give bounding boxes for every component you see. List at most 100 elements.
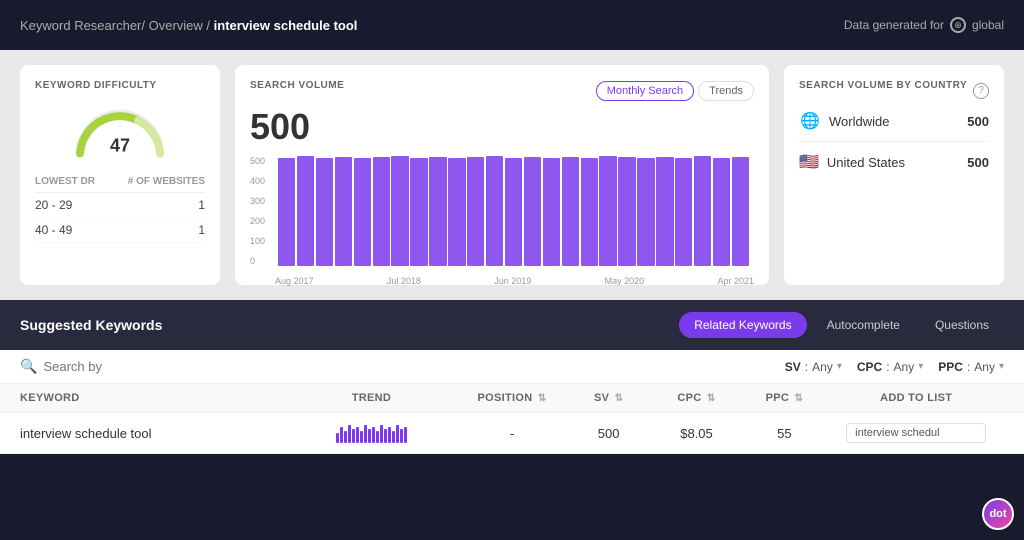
y-label: 400: [250, 176, 265, 186]
country-name: Worldwide: [829, 114, 889, 129]
trend-bar: [404, 427, 407, 443]
row-keyword: interview schedule tool: [20, 426, 284, 441]
data-generated-text: Data generated for: [844, 18, 944, 32]
trend-mini-bars: [336, 423, 407, 443]
country-header: SEARCH VOLUME BY COUNTRY ?: [799, 80, 989, 101]
keyword-tab-related-keywords[interactable]: Related Keywords: [679, 312, 806, 338]
col-header-sv: SV ⇅: [565, 392, 653, 404]
globe-icon: 🌐: [799, 111, 821, 131]
row-add-to-list[interactable]: [828, 423, 1004, 443]
keyword-tab-autocomplete[interactable]: Autocomplete: [812, 312, 915, 338]
search-input[interactable]: [43, 359, 243, 374]
trend-bar: [384, 429, 387, 443]
breadcrumb: Keyword Researcher/ Overview / interview…: [20, 18, 357, 33]
volume-label: SEARCH VOLUME: [250, 80, 344, 91]
volume-header: SEARCH VOLUME Monthly Search Trends: [250, 80, 754, 101]
country-name: United States: [827, 155, 905, 170]
col-header-trend: TREND: [284, 392, 460, 404]
search-icon: 🔍: [20, 358, 37, 375]
chart-bar: [599, 156, 616, 266]
chart-bar: [732, 157, 749, 266]
col-header-cpc: CPC ⇅: [653, 392, 741, 404]
trend-bar: [344, 431, 347, 443]
chart-bar: [524, 157, 541, 266]
chart-area: 5004003002001000 Aug 2017Jul 2018Jun 201…: [250, 156, 754, 286]
chart-bars: [278, 156, 749, 266]
row-sv: 500: [565, 426, 653, 441]
trend-bar: [372, 427, 375, 443]
globe-icon: ⊕: [950, 17, 966, 33]
chart-bar: [410, 158, 427, 266]
help-icon[interactable]: ?: [973, 83, 989, 99]
col-header-ppc: PPC ⇅: [740, 392, 828, 404]
volume-card: SEARCH VOLUME Monthly Search Trends 500 …: [235, 65, 769, 285]
cpc-chevron-icon: ▾: [918, 361, 923, 372]
suggested-section: Suggested Keywords Related KeywordsAutoc…: [0, 300, 1024, 454]
sort-icon: ⇅: [707, 393, 716, 404]
ppc-value: Any: [974, 360, 995, 374]
country-count: 500: [967, 155, 989, 170]
filters-row: 🔍 SV : Any ▾ CPC : Any ▾ PPC : Any ▾: [0, 350, 1024, 384]
col-header-keyword: KEYWORD: [20, 392, 284, 404]
country-row: 🇺🇸 United States 500: [799, 142, 989, 182]
chart-bar: [467, 157, 484, 266]
gauge-container: 47: [35, 101, 205, 161]
ppc-filter[interactable]: PPC : Any ▾: [938, 360, 1004, 374]
ppc-colon: :: [967, 360, 970, 374]
chart-bar: [391, 156, 408, 266]
dr-range: 40 - 49: [35, 223, 72, 237]
country-card: SEARCH VOLUME BY COUNTRY ? 🌐 Worldwide 5…: [784, 65, 1004, 285]
add-to-list-input[interactable]: [846, 423, 986, 443]
chart-bar: [618, 157, 635, 266]
header: Keyword Researcher/ Overview / interview…: [0, 0, 1024, 50]
suggested-header: Suggested Keywords Related KeywordsAutoc…: [0, 300, 1024, 350]
chart-bar: [373, 157, 390, 266]
chart-bar: [354, 158, 371, 266]
chart-bar: [675, 158, 692, 266]
trend-bar: [364, 425, 367, 443]
gauge-svg: 47: [70, 101, 170, 161]
chart-bar: [581, 158, 598, 266]
country-label: SEARCH VOLUME BY COUNTRY: [799, 80, 967, 91]
avatar[interactable]: dot: [982, 498, 1014, 530]
cpc-colon: :: [886, 360, 889, 374]
chart-bar: [713, 158, 730, 266]
trend-bar: [392, 431, 395, 443]
breadcrumb-prefix: Keyword Researcher/ Overview /: [20, 18, 210, 33]
chart-bar: [335, 157, 352, 266]
trend-bar: [340, 427, 343, 443]
trend-bar: [376, 431, 379, 443]
row-position: -: [459, 426, 564, 441]
sv-label: SV: [785, 360, 801, 374]
col-header-position: POSITION ⇅: [459, 392, 564, 404]
ppc-chevron-icon: ▾: [999, 361, 1004, 372]
x-label: Aug 2017: [275, 276, 314, 286]
dr-range: 20 - 29: [35, 198, 72, 212]
x-label: Jun 2019: [494, 276, 531, 286]
trends-tab[interactable]: Trends: [698, 81, 754, 101]
sv-chevron-icon: ▾: [837, 361, 842, 372]
volume-tabs: Monthly Search Trends: [596, 81, 754, 101]
svg-text:47: 47: [110, 136, 130, 156]
trend-bar: [396, 425, 399, 443]
difficulty-row: 20 - 291: [35, 193, 205, 218]
keyword-tabs: Related KeywordsAutocompleteQuestions: [679, 312, 1004, 338]
difficulty-table: LOWEST DR # OF WEBSITES 20 - 29140 - 491: [35, 176, 205, 243]
chart-bar: [505, 158, 522, 266]
monthly-tab[interactable]: Monthly Search: [596, 81, 694, 101]
sv-filter[interactable]: SV : Any ▾: [785, 360, 842, 374]
main-cards: KEYWORD DIFFICULTY 47 LOWEST DR # OF WEB…: [0, 50, 1024, 300]
keyword-tab-questions[interactable]: Questions: [920, 312, 1004, 338]
table-row: interview schedule tool - 500 $8.05 55: [0, 413, 1024, 454]
breadcrumb-keyword: interview schedule tool: [214, 18, 358, 33]
x-label: Apr 2021: [717, 276, 754, 286]
chart-bar: [316, 158, 333, 266]
difficulty-row: 40 - 491: [35, 218, 205, 243]
trend-bar: [348, 425, 351, 443]
y-label: 200: [250, 216, 265, 226]
sv-value: Any: [812, 360, 833, 374]
cpc-filter[interactable]: CPC : Any ▾: [857, 360, 923, 374]
chart-bar: [448, 158, 465, 266]
chart-bar: [562, 157, 579, 266]
row-trend: [284, 423, 460, 443]
